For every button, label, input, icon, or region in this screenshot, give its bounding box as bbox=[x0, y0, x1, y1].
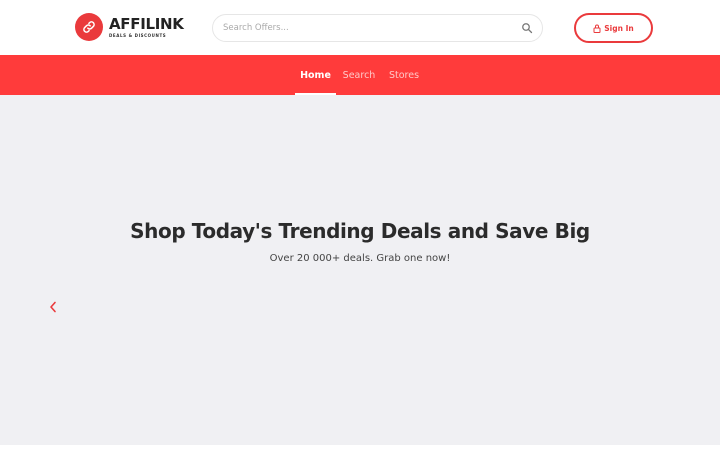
hero-subtitle: Over 20 000+ deals. Grab one now! bbox=[269, 253, 451, 264]
logo-text: AFFILINK DEALS & DISCOUNTS bbox=[109, 14, 184, 38]
site-header: AFFILINK DEALS & DISCOUNTS Sign In bbox=[0, 0, 720, 55]
site-logo[interactable]: AFFILINK DEALS & DISCOUNTS bbox=[75, 12, 184, 42]
sign-in-button[interactable]: Sign In bbox=[574, 13, 653, 43]
chevron-left-icon[interactable] bbox=[46, 300, 60, 314]
hero-banner: Shop Today's Trending Deals and Save Big… bbox=[0, 95, 720, 445]
page-bottom-strip bbox=[0, 445, 720, 450]
search-box bbox=[212, 14, 543, 42]
hero-title: Shop Today's Trending Deals and Save Big bbox=[130, 219, 590, 243]
logo-tagline: DEALS & DISCOUNTS bbox=[109, 32, 167, 38]
main-nav: Home Search Stores bbox=[0, 55, 720, 95]
nav-item-home[interactable]: Home bbox=[295, 55, 336, 95]
sign-in-label: Sign In bbox=[604, 23, 634, 33]
link-icon bbox=[75, 13, 103, 41]
lock-icon bbox=[593, 24, 601, 33]
search-input[interactable] bbox=[223, 15, 513, 41]
nav-item-stores[interactable]: Stores bbox=[387, 55, 421, 95]
nav-item-search[interactable]: Search bbox=[341, 55, 377, 95]
logo-name: AFFILINK bbox=[109, 14, 184, 33]
search-icon[interactable] bbox=[520, 21, 534, 35]
